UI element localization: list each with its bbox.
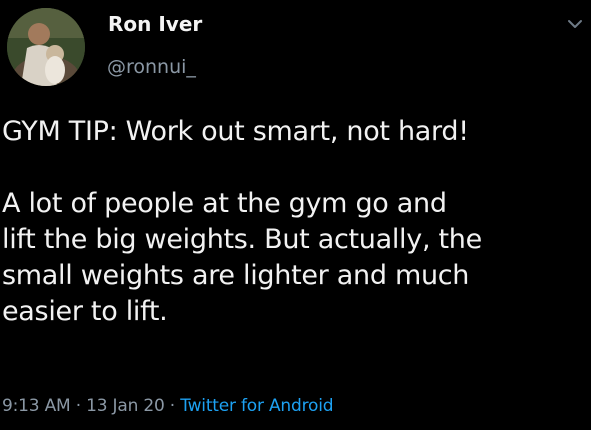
tweet-date[interactable]: 13 Jan 20 (86, 396, 165, 416)
tweet-paragraph: GYM TIP: Work out smart, not hard! (2, 116, 469, 147)
tweet-time[interactable]: 9:13 AM (2, 396, 71, 416)
tweet-card: Ron Iver @ronnui_ GYM TIP: Work out smar… (0, 0, 591, 430)
tweet-paragraph: A lot of people at the gym go and lift t… (2, 188, 482, 327)
author-name[interactable]: Ron Iver (108, 12, 202, 36)
avatar[interactable] (7, 8, 85, 86)
chevron-down-icon[interactable] (563, 12, 587, 36)
meta-separator: · (70, 396, 87, 416)
tweet-meta: 9:13 AM · 13 Jan 20 · Twitter for Androi… (2, 393, 334, 419)
meta-separator: · (164, 396, 181, 416)
tweet-text: GYM TIP: Work out smart, not hard! A lot… (2, 114, 587, 330)
avatar-photo (7, 8, 85, 86)
tweet-source-link[interactable]: Twitter for Android (180, 396, 333, 416)
author-handle[interactable]: @ronnui_ (107, 55, 196, 79)
